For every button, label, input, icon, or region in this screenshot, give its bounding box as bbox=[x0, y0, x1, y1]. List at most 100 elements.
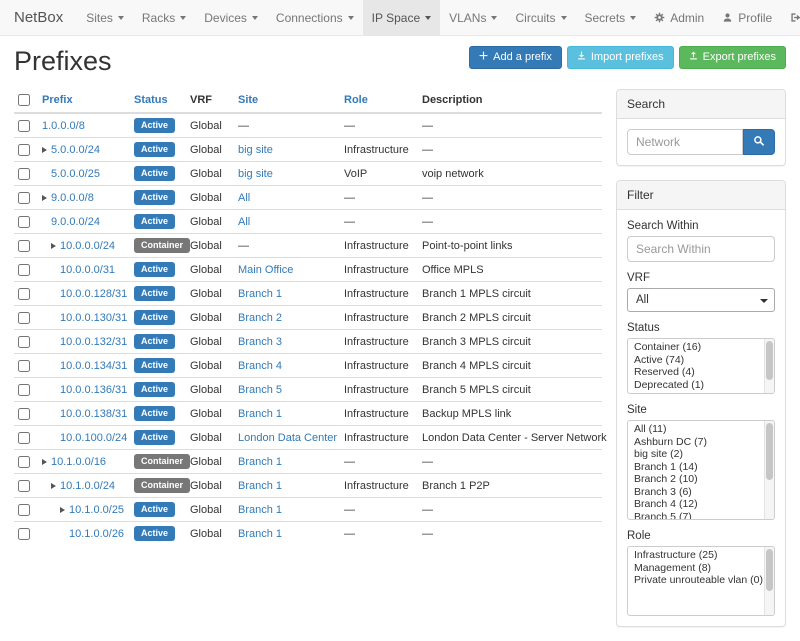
prefix-link[interactable]: 10.1.0.0/24 bbox=[60, 480, 115, 492]
prefix-link[interactable]: 10.0.0.128/31 bbox=[60, 288, 127, 300]
prefix-link[interactable]: 10.0.0.132/31 bbox=[60, 336, 127, 348]
column-header-site[interactable]: Site bbox=[238, 94, 258, 106]
site-link[interactable]: Branch 4 bbox=[238, 360, 282, 372]
row-checkbox[interactable] bbox=[18, 120, 30, 132]
row-checkbox[interactable] bbox=[18, 168, 30, 180]
row-checkbox[interactable] bbox=[18, 144, 30, 156]
filter-option[interactable]: big site (2) bbox=[628, 448, 774, 461]
add-prefix-button[interactable]: Add a prefix bbox=[469, 46, 562, 69]
import-prefixes-button[interactable]: Import prefixes bbox=[567, 46, 674, 69]
prefix-link[interactable]: 1.0.0.0/8 bbox=[42, 120, 85, 132]
site-link[interactable]: Branch 1 bbox=[238, 288, 282, 300]
filter-option[interactable]: Branch 5 (7) bbox=[628, 511, 774, 521]
search-input[interactable] bbox=[627, 129, 743, 155]
nav-item-sites[interactable]: Sites bbox=[77, 0, 133, 35]
scrollbar[interactable] bbox=[764, 547, 774, 615]
expand-caret-icon[interactable] bbox=[42, 147, 47, 153]
site-link[interactable]: big site bbox=[238, 168, 273, 180]
prefix-link[interactable]: 10.0.0.130/31 bbox=[60, 312, 127, 324]
site-link[interactable]: Branch 1 bbox=[238, 528, 282, 540]
prefix-link[interactable]: 10.0.0.0/24 bbox=[60, 240, 115, 252]
prefix-link[interactable]: 5.0.0.0/24 bbox=[51, 144, 100, 156]
row-checkbox[interactable] bbox=[18, 216, 30, 228]
vrf-select[interactable]: All bbox=[627, 288, 775, 312]
column-header-status[interactable]: Status bbox=[134, 94, 168, 106]
expand-caret-icon[interactable] bbox=[51, 243, 56, 249]
select-all-checkbox[interactable] bbox=[18, 94, 30, 106]
row-checkbox[interactable] bbox=[18, 408, 30, 420]
row-checkbox[interactable] bbox=[18, 336, 30, 348]
expand-caret-icon[interactable] bbox=[60, 507, 65, 513]
site-listbox[interactable]: All (11)Ashburn DC (7)big site (2)Branch… bbox=[627, 420, 775, 520]
nav-item-racks[interactable]: Racks bbox=[133, 0, 195, 35]
filter-option[interactable]: Deprecated (1) bbox=[628, 379, 774, 392]
nav-item-profile[interactable]: Profile bbox=[713, 0, 781, 35]
row-checkbox[interactable] bbox=[18, 288, 30, 300]
row-checkbox[interactable] bbox=[18, 456, 30, 468]
filter-option[interactable]: Branch 4 (12) bbox=[628, 498, 774, 511]
expand-caret-icon[interactable] bbox=[42, 195, 47, 201]
nav-item-connections[interactable]: Connections bbox=[267, 0, 363, 35]
prefix-link[interactable]: 5.0.0.0/25 bbox=[51, 168, 100, 180]
filter-option[interactable]: Private unrouteable vlan (0) bbox=[628, 574, 774, 587]
site-link[interactable]: big site bbox=[238, 144, 273, 156]
search-within-input[interactable] bbox=[627, 236, 775, 262]
expand-caret-icon[interactable] bbox=[42, 459, 47, 465]
site-link[interactable]: Branch 1 bbox=[238, 504, 282, 516]
row-checkbox[interactable] bbox=[18, 528, 30, 540]
row-checkbox[interactable] bbox=[18, 504, 30, 516]
app-brand[interactable]: NetBox bbox=[0, 0, 77, 35]
prefix-link[interactable]: 9.0.0.0/24 bbox=[51, 216, 100, 228]
site-link[interactable]: Main Office bbox=[238, 264, 293, 276]
status-listbox[interactable]: Container (16)Active (74)Reserved (4)Dep… bbox=[627, 338, 775, 394]
filter-option[interactable]: Branch 1 (14) bbox=[628, 461, 774, 474]
site-link[interactable]: Branch 1 bbox=[238, 408, 282, 420]
export-prefixes-button[interactable]: Export prefixes bbox=[679, 46, 786, 69]
scrollbar[interactable] bbox=[764, 339, 774, 393]
nav-item-devices[interactable]: Devices bbox=[195, 0, 267, 35]
site-link[interactable]: Branch 1 bbox=[238, 480, 282, 492]
nav-item-vlans[interactable]: VLANs bbox=[440, 0, 506, 35]
prefix-link[interactable]: 10.0.0.134/31 bbox=[60, 360, 127, 372]
row-checkbox[interactable] bbox=[18, 312, 30, 324]
nav-item-logout[interactable]: Log out bbox=[781, 0, 800, 35]
prefix-link[interactable]: 9.0.0.0/8 bbox=[51, 192, 94, 204]
site-link[interactable]: Branch 1 bbox=[238, 456, 282, 468]
column-header-prefix[interactable]: Prefix bbox=[42, 94, 73, 106]
filter-option[interactable]: Ashburn DC (7) bbox=[628, 436, 774, 449]
filter-option[interactable]: All (11) bbox=[628, 423, 774, 436]
filter-option[interactable]: Active (74) bbox=[628, 354, 774, 367]
row-checkbox[interactable] bbox=[18, 192, 30, 204]
prefix-link[interactable]: 10.1.0.0/16 bbox=[51, 456, 106, 468]
site-link[interactable]: Branch 3 bbox=[238, 336, 282, 348]
prefix-link[interactable]: 10.0.0.0/31 bbox=[60, 264, 115, 276]
row-checkbox[interactable] bbox=[18, 264, 30, 276]
nav-item-circuits[interactable]: Circuits bbox=[506, 0, 575, 35]
site-link[interactable]: Branch 2 bbox=[238, 312, 282, 324]
prefix-link[interactable]: 10.0.0.136/31 bbox=[60, 384, 127, 396]
row-checkbox[interactable] bbox=[18, 480, 30, 492]
site-link[interactable]: All bbox=[238, 216, 250, 228]
role-listbox[interactable]: Infrastructure (25)Management (8)Private… bbox=[627, 546, 775, 616]
filter-option[interactable]: Reserved (4) bbox=[628, 366, 774, 379]
column-header-role[interactable]: Role bbox=[344, 94, 368, 106]
filter-option[interactable]: Container (16) bbox=[628, 341, 774, 354]
filter-option[interactable]: Branch 3 (6) bbox=[628, 486, 774, 499]
site-link[interactable]: London Data Center bbox=[238, 432, 337, 444]
filter-option[interactable]: Branch 2 (10) bbox=[628, 473, 774, 486]
prefix-link[interactable]: 10.0.0.138/31 bbox=[60, 408, 127, 420]
filter-option[interactable]: Infrastructure (25) bbox=[628, 549, 774, 562]
expand-caret-icon[interactable] bbox=[51, 483, 56, 489]
nav-item-secrets[interactable]: Secrets bbox=[576, 0, 646, 35]
row-checkbox[interactable] bbox=[18, 432, 30, 444]
nav-item-ip-space[interactable]: IP Space bbox=[363, 0, 440, 35]
row-checkbox[interactable] bbox=[18, 360, 30, 372]
row-checkbox[interactable] bbox=[18, 240, 30, 252]
site-link[interactable]: All bbox=[238, 192, 250, 204]
prefix-link[interactable]: 10.1.0.0/25 bbox=[69, 504, 124, 516]
prefix-link[interactable]: 10.0.100.0/24 bbox=[60, 432, 127, 444]
filter-option[interactable]: Management (8) bbox=[628, 562, 774, 575]
row-checkbox[interactable] bbox=[18, 384, 30, 396]
scrollbar[interactable] bbox=[764, 421, 774, 519]
prefix-link[interactable]: 10.1.0.0/26 bbox=[69, 528, 124, 540]
